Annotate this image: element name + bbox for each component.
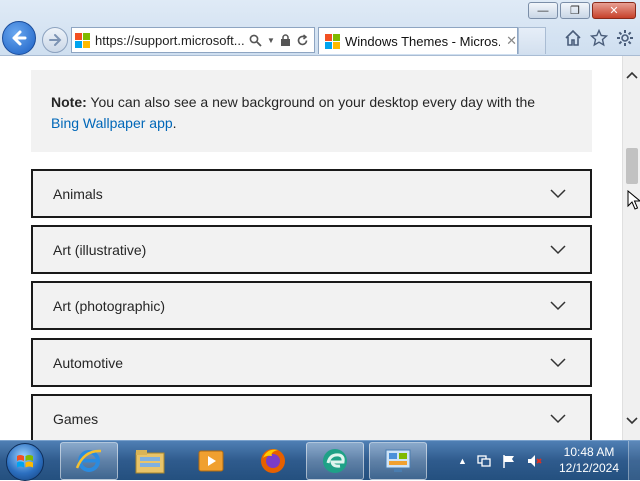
- show-desktop-button[interactable]: [628, 441, 640, 481]
- tray-expand-icon[interactable]: ▲: [458, 456, 467, 466]
- maximize-button[interactable]: ❐: [560, 2, 590, 19]
- accordion-art-illustrative[interactable]: Art (illustrative): [31, 225, 592, 274]
- clock[interactable]: 10:48 AM 12/12/2024: [556, 444, 622, 476]
- accordion-label: Animals: [53, 185, 103, 202]
- address-url[interactable]: https://support.microsoft....: [95, 33, 245, 48]
- arrow-right-icon: [49, 34, 62, 46]
- system-tray: ▲: [458, 441, 542, 481]
- internet-explorer-icon: [75, 449, 102, 472]
- accordion-label: Art (illustrative): [53, 241, 147, 258]
- chevron-down-icon: [550, 413, 566, 423]
- new-tab-button[interactable]: [518, 27, 546, 54]
- favorites-star-icon[interactable]: [590, 29, 608, 47]
- taskbar-firefox[interactable]: [244, 442, 302, 480]
- start-button[interactable]: [6, 443, 44, 481]
- vertical-scrollbar[interactable]: [622, 56, 640, 440]
- edge-icon: [323, 449, 347, 473]
- scroll-up-icon[interactable]: [623, 66, 640, 84]
- browser-chrome: — ❐ ✕ https://support.microsoft.... ▼ Wi…: [0, 0, 640, 56]
- page-content: Note: You can also see a new background …: [0, 56, 622, 440]
- dropdown-icon[interactable]: ▼: [267, 36, 275, 45]
- minimize-button[interactable]: —: [528, 2, 558, 19]
- mouse-cursor-icon: [627, 190, 640, 210]
- search-icon[interactable]: [249, 34, 262, 47]
- folder-icon: [135, 450, 165, 474]
- chevron-down-icon: [550, 300, 566, 310]
- lock-icon[interactable]: [280, 33, 291, 47]
- accordion-label: Games: [53, 410, 99, 427]
- control-panel-icon: [385, 449, 411, 472]
- tab-windows-themes[interactable]: Windows Themes - Micros... ✕: [318, 27, 518, 54]
- taskbar-edge[interactable]: [306, 442, 364, 480]
- accordion-games[interactable]: Games: [31, 394, 592, 440]
- chevron-down-icon: [550, 357, 566, 367]
- taskbar: ▲ 10:48 AM 12/12/2024: [0, 440, 640, 481]
- note-box: Note: You can also see a new background …: [31, 70, 592, 152]
- windows-logo-icon: [17, 455, 33, 468]
- chevron-down-icon: [550, 244, 566, 254]
- tab-title: Windows Themes - Micros...: [345, 33, 501, 49]
- firefox-icon: [261, 449, 285, 473]
- media-player-icon: [198, 450, 224, 472]
- scroll-thumb[interactable]: [626, 148, 638, 184]
- forward-button[interactable]: [42, 27, 68, 53]
- accordion-label: Art (photographic): [53, 297, 166, 314]
- accordion-animals[interactable]: Animals: [31, 169, 592, 218]
- clock-time: 10:48 AM: [563, 445, 615, 459]
- microsoft-logo-icon: [325, 33, 340, 49]
- taskbar-media-player[interactable]: [182, 442, 240, 480]
- note-label: Note:: [51, 94, 87, 110]
- accordion-label: Automotive: [53, 354, 124, 371]
- window-controls: — ❐ ✕: [528, 2, 636, 19]
- accordion-art-photographic[interactable]: Art (photographic): [31, 281, 592, 330]
- network-icon[interactable]: [476, 453, 492, 469]
- volume-muted-icon[interactable]: [526, 453, 542, 469]
- note-text: You can also see a new background on you…: [86, 94, 536, 110]
- arrow-left-icon: [12, 30, 27, 46]
- tab-close-icon[interactable]: ✕: [506, 33, 517, 49]
- taskbar-file-explorer[interactable]: [121, 442, 179, 480]
- back-button[interactable]: [2, 21, 36, 55]
- clock-date: 12/12/2024: [558, 461, 620, 475]
- bing-wallpaper-link[interactable]: Bing Wallpaper app: [51, 115, 173, 131]
- microsoft-logo-icon: [75, 32, 90, 48]
- chevron-down-icon: [550, 188, 566, 198]
- scroll-down-icon[interactable]: [623, 412, 640, 430]
- accordion-automotive[interactable]: Automotive: [31, 338, 592, 387]
- gear-icon[interactable]: [616, 29, 634, 47]
- taskbar-internet-explorer[interactable]: [60, 442, 118, 480]
- note-end: .: [172, 115, 177, 131]
- address-bar[interactable]: https://support.microsoft.... ▼: [71, 27, 315, 53]
- flag-icon[interactable]: [501, 453, 517, 469]
- taskbar-control-panel[interactable]: [369, 442, 427, 480]
- close-button[interactable]: ✕: [592, 2, 636, 19]
- home-icon[interactable]: [564, 29, 582, 47]
- refresh-icon[interactable]: [296, 33, 309, 47]
